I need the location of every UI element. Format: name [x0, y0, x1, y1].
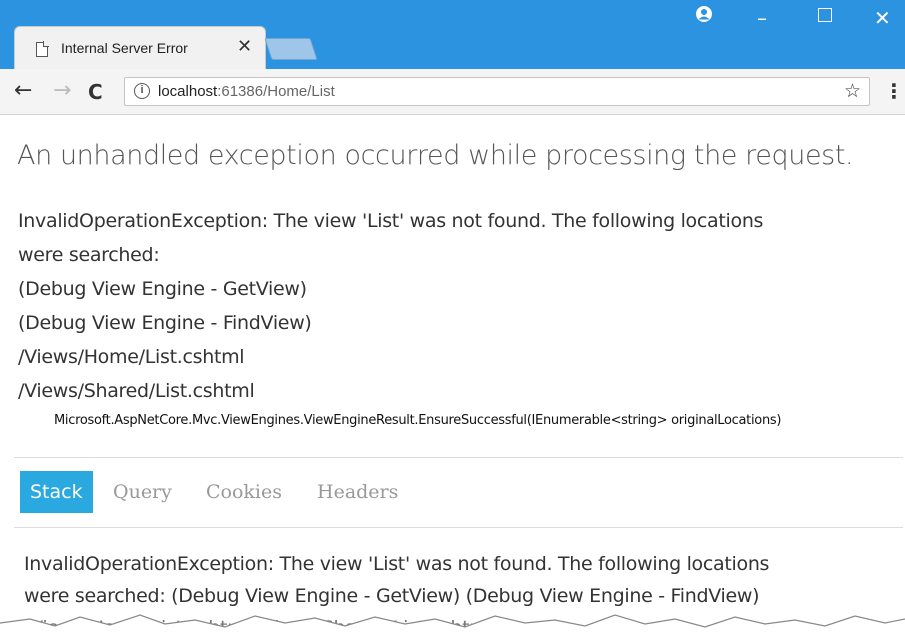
- url-host: localhost: [158, 83, 218, 100]
- message-line: (Debug View Engine - GetView): [18, 278, 307, 300]
- exception-message: InvalidOperationException: The view 'Lis…: [18, 204, 888, 408]
- url-text[interactable]: localhost:61386/Home/List: [158, 83, 335, 100]
- url-path: :61386/Home/List: [217, 83, 335, 100]
- minimize-icon[interactable]: –: [757, 6, 767, 30]
- message-line: /Views/Home/List.cshtml: [18, 346, 245, 368]
- back-arrow-icon[interactable]: ←: [14, 77, 32, 105]
- message-line: were searched:: [18, 244, 160, 266]
- page-title: An unhandled exception occurred while pr…: [17, 140, 854, 171]
- title-bar: Internal Server Error ✕ – ✕: [0, 0, 905, 69]
- menu-dots-icon[interactable]: ⋮: [884, 79, 904, 103]
- account-icon[interactable]: [694, 4, 714, 24]
- torn-edge: [0, 614, 905, 641]
- document-icon: [36, 41, 49, 57]
- tab-cookies[interactable]: Cookies: [206, 471, 282, 513]
- maximize-icon[interactable]: [818, 8, 832, 22]
- tab-headers[interactable]: Headers: [317, 471, 398, 513]
- address-bar[interactable]: i localhost:61386/Home/List ☆: [124, 77, 870, 106]
- reload-icon[interactable]: C: [88, 78, 103, 106]
- info-icon[interactable]: i: [134, 83, 150, 99]
- new-tab-button[interactable]: [264, 38, 318, 60]
- close-window-icon[interactable]: ✕: [874, 6, 891, 30]
- tab-query[interactable]: Query: [113, 471, 172, 513]
- browser-toolbar: ← → C i localhost:61386/Home/List ☆ ⋮: [0, 69, 905, 115]
- close-tab-icon[interactable]: ✕: [237, 37, 252, 57]
- browser-tab[interactable]: Internal Server Error ✕: [14, 26, 266, 69]
- bookmark-star-icon[interactable]: ☆: [844, 80, 861, 102]
- message-line: (Debug View Engine - FindView): [18, 312, 312, 334]
- error-page: An unhandled exception occurred while pr…: [0, 116, 905, 641]
- divider: [14, 457, 903, 458]
- stack-line: InvalidOperationException: The view 'Lis…: [24, 553, 770, 575]
- message-line: /Views/Shared/List.cshtml: [18, 380, 255, 402]
- message-line: InvalidOperationException: The view 'Lis…: [18, 210, 764, 232]
- divider: [14, 527, 903, 528]
- exception-location: Microsoft.AspNetCore.Mvc.ViewEngines.Vie…: [54, 413, 782, 428]
- tab-stack[interactable]: Stack: [20, 471, 93, 513]
- tab-title: Internal Server Error: [61, 40, 188, 56]
- forward-arrow-icon[interactable]: →: [53, 77, 71, 105]
- stack-line: were searched: (Debug View Engine - GetV…: [24, 585, 760, 607]
